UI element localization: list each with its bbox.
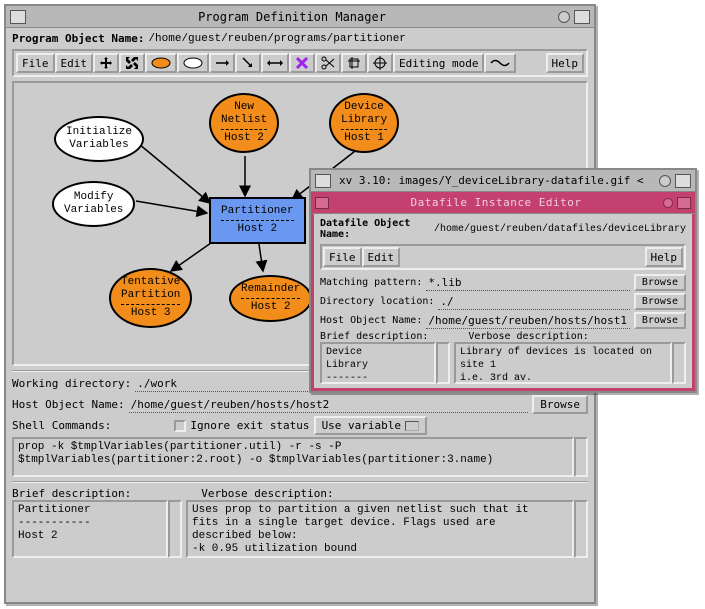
verbose-scrollbar[interactable] [574,500,588,558]
ignore-exit-label: Ignore exit status [190,419,309,432]
browse-host-button[interactable]: Browse [532,395,588,414]
datafile-minimize-icon[interactable] [663,198,673,208]
scissors-icon[interactable] [315,53,341,73]
datafile-host-obj-input[interactable] [426,313,630,329]
arrow-right-icon[interactable] [209,53,235,73]
datafile-file-menu[interactable]: File [323,247,362,267]
node-device-library[interactable]: Device Library Host 1 [329,93,399,153]
node-tentative-partition[interactable]: Tentative Partition Host 3 [109,268,192,328]
brief-desc-label: Brief description: [12,487,131,500]
white-oval-tool-icon[interactable] [177,53,209,73]
datafile-titlebar[interactable]: Datafile Instance Editor [311,192,695,214]
arrow-down-right-icon[interactable] [235,53,261,73]
datafile-brief-text[interactable]: Device Library ------- [320,342,436,384]
datafile-brief-scrollbar[interactable] [436,342,450,384]
file-menu[interactable]: File [16,53,55,73]
node-partitioner[interactable]: Partitioner Host 2 [209,197,306,244]
brief-desc-text[interactable]: Partitioner ----------- Host 2 [12,500,168,558]
ignore-exit-checkbox[interactable] [174,420,186,432]
brief-scrollbar[interactable] [168,500,182,558]
main-toolbar: File Edit Editing mode Help [12,49,588,77]
datafile-object-name-value: /home/guest/reuben/datafiles/deviceLibra… [434,224,686,235]
resize-tool-icon[interactable] [119,53,145,73]
editing-mode-button[interactable]: Editing mode [393,53,484,73]
program-object-name-value: /home/guest/reuben/programs/partitioner [148,33,405,45]
target-icon[interactable] [367,53,393,73]
wave-icon[interactable] [484,53,516,73]
crop-icon[interactable] [341,53,367,73]
datafile-brief-label: Brief description: [320,331,428,342]
datafile-help-button[interactable]: Help [645,247,684,267]
shell-scrollbar[interactable] [574,437,588,477]
xv-titlebar[interactable]: xv 3.10: images/Y_deviceLibrary-datafile… [311,170,695,192]
maximize-icon[interactable] [574,10,590,24]
datafile-verbose-scrollbar[interactable] [672,342,686,384]
datafile-host-obj-label: Host Object Name: [320,315,422,326]
main-titlebar[interactable]: Program Definition Manager [6,6,594,28]
matching-pattern-input[interactable] [426,275,630,291]
datafile-verbose-label: Verbose description: [468,331,588,342]
move-tool-icon[interactable] [93,53,119,73]
verbose-desc-text[interactable]: Uses prop to partition a given netlist s… [186,500,574,558]
shell-commands-text[interactable]: prop -k $tmplVariables(partitioner.util)… [12,437,574,477]
browse-matching-button[interactable]: Browse [634,274,686,291]
node-new-netlist[interactable]: New Netlist Host 2 [209,93,279,153]
host-obj-label: Host Object Name: [12,398,125,411]
verbose-desc-label: Verbose description: [201,487,333,500]
window-menu-icon[interactable] [10,10,26,24]
xv-title: xv 3.10: images/Y_deviceLibrary-datafile… [335,174,655,187]
directory-location-label: Directory location: [320,296,434,307]
datafile-verbose-text[interactable]: Library of devices is located on site 1 … [454,342,672,384]
host-obj-input[interactable] [129,397,529,413]
node-remainder[interactable]: Remainder Host 2 [229,275,312,322]
node-modify-variables[interactable]: Modify Variables [52,181,135,227]
shell-commands-label: Shell Commands: [12,419,111,432]
datafile-edit-menu[interactable]: Edit [362,247,401,267]
xv-minimize-icon[interactable] [659,175,671,187]
help-button[interactable]: Help [546,53,585,73]
use-variable-dropdown[interactable]: Use variable [314,416,427,435]
double-arrow-icon[interactable] [261,53,289,73]
window-title: Program Definition Manager [30,10,554,24]
datafile-window-menu-icon[interactable] [315,197,329,209]
xv-window-menu-icon[interactable] [315,174,331,188]
datafile-editor-window: xv 3.10: images/Y_deviceLibrary-datafile… [309,168,697,393]
minimize-icon[interactable] [558,11,570,23]
browse-datafile-host-button[interactable]: Browse [634,312,686,329]
directory-location-input[interactable] [438,294,629,310]
datafile-maximize-icon[interactable] [677,197,691,209]
matching-pattern-label: Matching pattern: [320,277,422,288]
orange-oval-tool-icon[interactable] [145,53,177,73]
working-dir-label: Working directory: [12,377,131,390]
datafile-object-name-label: Datafile Object Name: [320,218,430,240]
edit-menu[interactable]: Edit [55,53,94,73]
xv-maximize-icon[interactable] [675,174,691,188]
node-initialize-variables[interactable]: Initialize Variables [54,116,144,162]
browse-directory-button[interactable]: Browse [634,293,686,310]
program-object-name-label: Program Object Name: [12,32,144,45]
datafile-title: Datafile Instance Editor [333,196,659,209]
purple-x-icon[interactable] [289,53,315,73]
